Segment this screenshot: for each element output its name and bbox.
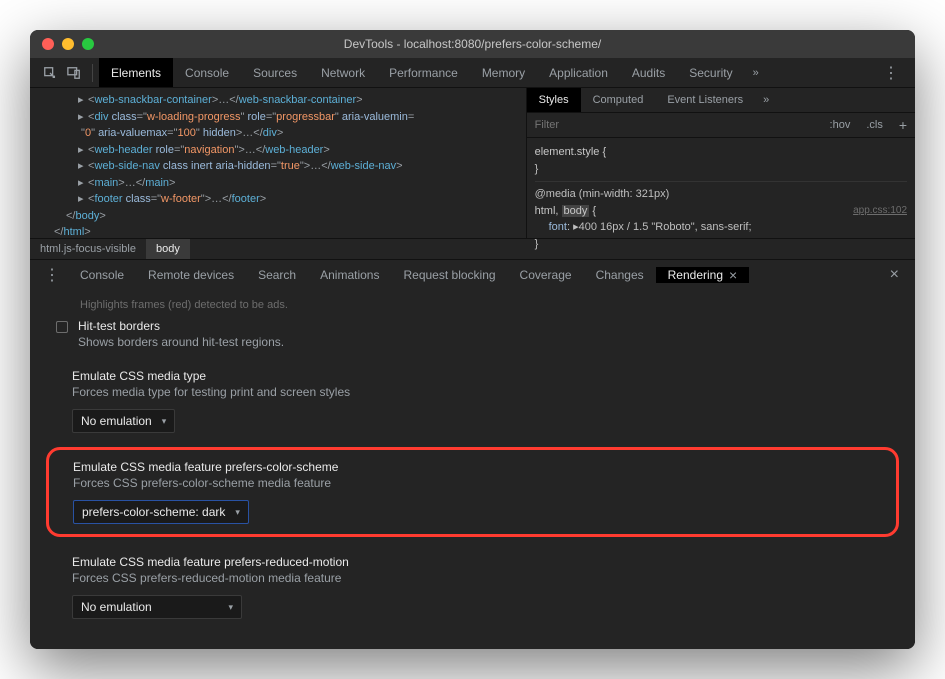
styles-tabs: Styles Computed Event Listeners » xyxy=(527,88,915,113)
prefers-color-title: Emulate CSS media feature prefers-color-… xyxy=(73,460,872,474)
hit-test-title: Hit-test borders xyxy=(78,319,284,333)
media-type-sub: Forces media type for testing print and … xyxy=(72,385,873,399)
media-type-title: Emulate CSS media type xyxy=(72,369,873,383)
drawer-tab-blocking[interactable]: Request blocking xyxy=(391,268,507,282)
rendering-panel: Highlights frames (red) detected to be a… xyxy=(30,289,915,649)
prefers-motion-select[interactable]: No emulation ▾ xyxy=(72,595,242,619)
drawer-tab-changes[interactable]: Changes xyxy=(584,268,656,282)
window-title: DevTools - localhost:8080/prefers-color-… xyxy=(344,37,601,51)
styles-tab-styles[interactable]: Styles xyxy=(527,88,581,112)
tab-network[interactable]: Network xyxy=(309,58,377,87)
drawer-tab-remote[interactable]: Remote devices xyxy=(136,268,246,282)
crumb-body[interactable]: body xyxy=(146,239,190,259)
hit-test-borders-row: Hit-test borders Shows borders around hi… xyxy=(46,317,899,361)
emulate-prefers-motion-section: Emulate CSS media feature prefers-reduce… xyxy=(46,547,899,627)
crumb-html[interactable]: html.js-focus-visible xyxy=(30,239,146,259)
css-property-value: ▸400 16px / 1.5 "Roboto", sans-serif; xyxy=(573,221,751,233)
tab-memory[interactable]: Memory xyxy=(470,58,537,87)
media-query: @media (min-width: 321px) xyxy=(535,186,907,203)
chevron-down-icon: ▾ xyxy=(228,602,233,613)
drawer-tabs: ⋮ Console Remote devices Search Animatio… xyxy=(30,259,915,289)
tab-performance[interactable]: Performance xyxy=(377,58,470,87)
traffic-lights xyxy=(42,38,94,50)
prefers-motion-title: Emulate CSS media feature prefers-reduce… xyxy=(72,555,873,569)
drawer-tab-animations[interactable]: Animations xyxy=(308,268,391,282)
tab-audits[interactable]: Audits xyxy=(620,58,677,87)
tab-sources[interactable]: Sources xyxy=(241,58,309,87)
drawer-tab-coverage[interactable]: Coverage xyxy=(508,268,584,282)
inspect-icon[interactable] xyxy=(38,61,62,85)
devtools-window: DevTools - localhost:8080/prefers-color-… xyxy=(30,30,915,649)
hov-toggle[interactable]: :hov xyxy=(822,115,859,135)
close-brace: } xyxy=(535,161,907,178)
cls-toggle[interactable]: .cls xyxy=(858,115,891,135)
drawer-tab-console[interactable]: Console xyxy=(68,268,136,282)
elements-tree[interactable]: ▸<web-snackbar-container>…</web-snackbar… xyxy=(30,88,526,238)
css-property-name: font xyxy=(549,221,567,233)
new-style-rule-icon[interactable]: + xyxy=(891,113,915,137)
close-window-icon[interactable] xyxy=(42,38,54,50)
prefers-color-select[interactable]: prefers-color-scheme: dark ▾ xyxy=(73,500,249,524)
chevron-down-icon: ▾ xyxy=(162,416,167,427)
tabs-overflow-icon[interactable]: » xyxy=(745,67,765,79)
main-toolbar: Elements Console Sources Network Perform… xyxy=(30,58,915,88)
minimize-window-icon[interactable] xyxy=(62,38,74,50)
main-tabs: Elements Console Sources Network Perform… xyxy=(99,58,745,87)
tab-security[interactable]: Security xyxy=(677,58,744,87)
close-icon[interactable]: × xyxy=(729,267,737,283)
styles-tabs-overflow-icon[interactable]: » xyxy=(755,88,775,112)
device-toggle-icon[interactable] xyxy=(62,61,86,85)
chevron-down-icon: ▾ xyxy=(235,507,240,518)
css-selector: html, body { xyxy=(535,205,597,217)
titlebar: DevTools - localhost:8080/prefers-color-… xyxy=(30,30,915,58)
drawer-menu-icon[interactable]: ⋮ xyxy=(36,265,68,285)
hit-test-sub: Shows borders around hit-test regions. xyxy=(78,335,284,349)
settings-menu-icon[interactable]: ⋮ xyxy=(875,63,907,83)
maximize-window-icon[interactable] xyxy=(82,38,94,50)
media-type-value: No emulation xyxy=(81,414,152,428)
drawer-close-icon[interactable]: × xyxy=(880,266,909,284)
prefers-color-sub: Forces CSS prefers-color-scheme media fe… xyxy=(73,476,872,490)
element-style-rule: element.style { xyxy=(535,146,607,158)
tab-console[interactable]: Console xyxy=(173,58,241,87)
styles-tab-listeners[interactable]: Event Listeners xyxy=(655,88,755,112)
drawer-tab-search[interactable]: Search xyxy=(246,268,308,282)
styles-filter-input[interactable] xyxy=(527,114,822,136)
drawer-tab-rendering[interactable]: Rendering× xyxy=(656,267,750,283)
tab-application[interactable]: Application xyxy=(537,58,620,87)
source-link[interactable]: app.css:102 xyxy=(853,203,907,218)
split-panes: ▸<web-snackbar-container>…</web-snackbar… xyxy=(30,88,915,238)
hit-test-checkbox[interactable] xyxy=(56,321,68,333)
emulate-prefers-color-scheme-section: Emulate CSS media feature prefers-color-… xyxy=(46,447,899,537)
close-brace: } xyxy=(535,236,907,253)
divider xyxy=(92,64,93,82)
prefers-motion-value: No emulation xyxy=(81,600,152,614)
emulate-media-type-section: Emulate CSS media type Forces media type… xyxy=(46,361,899,441)
faded-desc: Highlights frames (red) detected to be a… xyxy=(46,299,899,311)
styles-filter-row: :hov .cls + xyxy=(527,113,915,138)
styles-rules[interactable]: element.style { } @media (min-width: 321… xyxy=(527,138,915,258)
prefers-color-value: prefers-color-scheme: dark xyxy=(82,505,225,519)
styles-pane: Styles Computed Event Listeners » :hov .… xyxy=(526,88,915,238)
prefers-motion-sub: Forces CSS prefers-reduced-motion media … xyxy=(72,571,873,585)
tab-elements[interactable]: Elements xyxy=(99,58,173,87)
media-type-select[interactable]: No emulation ▾ xyxy=(72,409,175,433)
styles-tab-computed[interactable]: Computed xyxy=(581,88,656,112)
